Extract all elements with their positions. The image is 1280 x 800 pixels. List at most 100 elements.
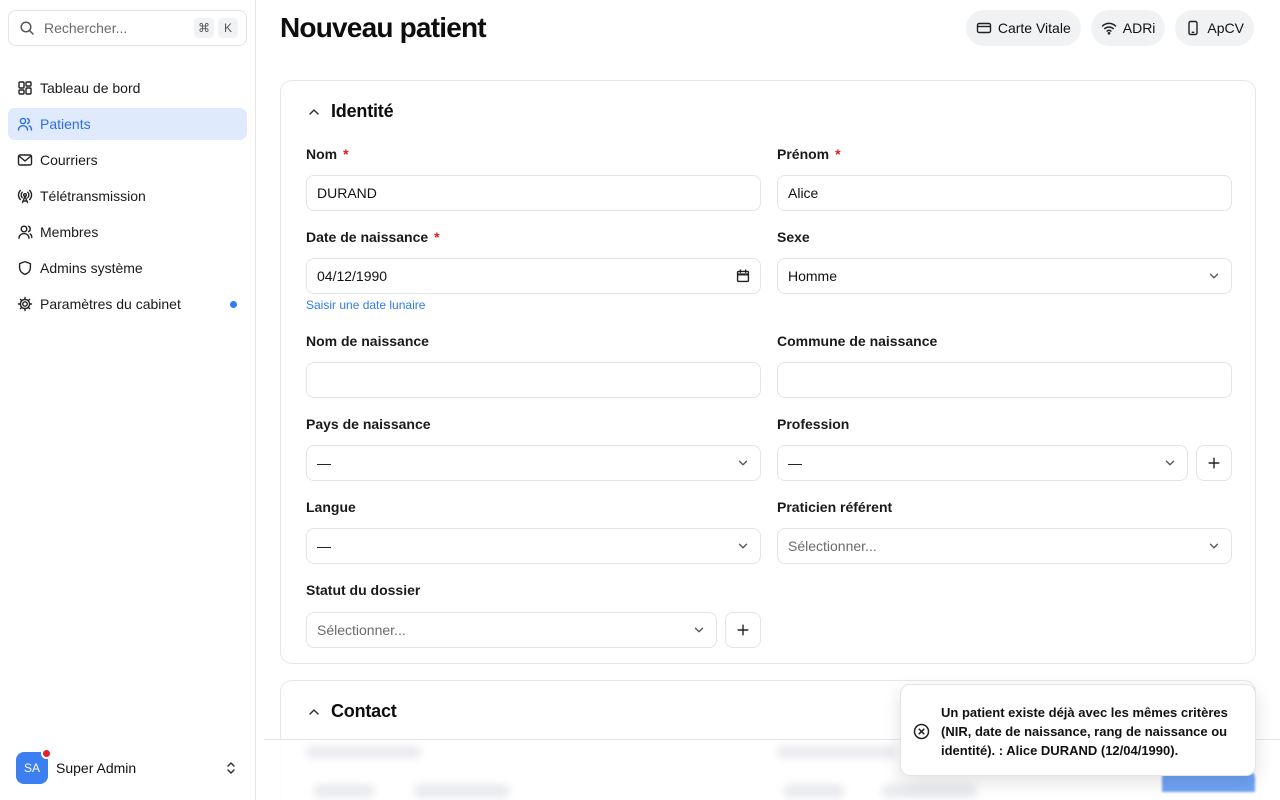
section-title: Contact <box>331 701 397 721</box>
blurred-field <box>882 784 977 798</box>
langue-value: — <box>317 538 331 554</box>
search-shortcut: ⌘ K <box>194 18 238 38</box>
blurred-field <box>414 784 509 798</box>
search-input[interactable] <box>44 20 184 36</box>
pays-naissance-select[interactable]: — <box>306 445 761 481</box>
carte-vitale-button[interactable]: Carte Vitale <box>965 10 1081 46</box>
profession-select[interactable]: — <box>777 445 1188 481</box>
pays-naissance-label: Pays de naissance <box>306 416 431 432</box>
nom-label-text: Nom <box>306 146 338 162</box>
page-title: Nouveau patient <box>280 12 487 43</box>
lunar-date-link[interactable]: Saisir une date lunaire <box>306 298 425 312</box>
nom-label: Nom * <box>306 146 349 162</box>
sidebar-item-courriers[interactable]: Courriers <box>8 144 247 176</box>
nom-value: DURAND <box>317 185 377 201</box>
dashboard-icon <box>17 80 33 96</box>
avatar-badge <box>41 748 52 759</box>
toast-message: Un patient existe déjà avec les mêmes cr… <box>941 705 1228 758</box>
search-box[interactable]: ⌘ K <box>8 10 247 46</box>
chevron-up-down-icon <box>223 760 239 776</box>
chevron-down-icon <box>1163 456 1177 470</box>
blurred-label <box>306 746 421 758</box>
praticien-referent-select[interactable]: Sélectionner... <box>777 528 1232 564</box>
header-actions: Carte Vitale ADRi ApCV <box>965 10 1254 46</box>
prenom-value: Alice <box>788 185 819 201</box>
sexe-select[interactable]: Homme <box>777 258 1232 294</box>
pays-naissance-value: — <box>317 455 331 471</box>
ddn-label: Date de naissance * <box>306 229 440 245</box>
required-mark: * <box>343 146 349 162</box>
users-icon <box>17 116 33 132</box>
antenna-icon <box>17 188 33 204</box>
prenom-input[interactable]: Alice <box>777 175 1232 211</box>
sidebar-item-label: Patients <box>40 116 91 132</box>
contact-header[interactable]: Contact <box>306 701 397 722</box>
identite-header[interactable]: Identité <box>306 101 394 122</box>
add-profession-button[interactable] <box>1196 445 1232 481</box>
card-icon <box>976 20 992 36</box>
shield-icon <box>17 260 33 276</box>
blurred-field <box>314 784 374 798</box>
chevron-down-icon <box>736 539 750 553</box>
chevron-up-icon <box>306 704 322 720</box>
user-name: Super Admin <box>56 760 137 776</box>
praticien-referent-placeholder: Sélectionner... <box>788 538 877 554</box>
required-mark: * <box>434 229 440 245</box>
sidebar: ⌘ K Tableau de bord Patients Courriers <box>0 0 256 800</box>
ddn-value: 04/12/1990 <box>317 268 388 284</box>
carte-vitale-label: Carte Vitale <box>997 20 1071 36</box>
prenom-label-text: Prénom <box>777 146 830 162</box>
smartphone-icon <box>1185 20 1201 36</box>
statut-dossier-label: Statut du dossier <box>306 582 421 598</box>
apcv-label: ApCV <box>1207 20 1244 36</box>
nom-input[interactable]: DURAND <box>306 175 761 211</box>
sidebar-item-label: Admins système <box>40 260 143 276</box>
profession-label: Profession <box>777 416 850 432</box>
mail-icon <box>17 152 33 168</box>
chevron-up-icon <box>306 104 322 120</box>
sidebar-item-membres[interactable]: Membres <box>8 216 247 248</box>
chevron-down-icon <box>692 623 706 637</box>
commune-naissance-input[interactable] <box>777 362 1232 398</box>
add-statut-button[interactable] <box>725 612 761 648</box>
blurred-label <box>777 746 897 758</box>
sidebar-item-label: Membres <box>40 224 99 240</box>
profession-value: — <box>788 455 802 471</box>
search-icon <box>19 20 35 36</box>
error-circle-icon <box>913 723 930 740</box>
langue-select[interactable]: — <box>306 528 761 564</box>
langue-label: Langue <box>306 499 356 515</box>
calendar-icon[interactable] <box>736 269 750 283</box>
kbd-command: ⌘ <box>194 18 214 38</box>
prenom-label: Prénom * <box>777 146 841 162</box>
plus-icon <box>736 623 750 637</box>
user-icon <box>17 224 33 240</box>
sexe-label: Sexe <box>777 229 810 245</box>
statut-dossier-select[interactable]: Sélectionner... <box>306 612 717 648</box>
required-mark: * <box>835 146 841 162</box>
gear-icon <box>17 296 33 312</box>
sidebar-item-admins-systeme[interactable]: Admins système <box>8 252 247 284</box>
sidebar-item-tableau-de-bord[interactable]: Tableau de bord <box>8 72 247 104</box>
ddn-input[interactable]: 04/12/1990 <box>306 258 761 294</box>
sidebar-item-label: Paramètres du cabinet <box>40 296 181 312</box>
chevron-down-icon <box>1207 269 1221 283</box>
nom-naissance-label: Nom de naissance <box>306 333 429 349</box>
sidebar-item-patients[interactable]: Patients <box>8 108 247 140</box>
kbd-k: K <box>218 18 238 38</box>
wifi-icon <box>1101 20 1117 36</box>
sidebar-item-label: Télétransmission <box>40 188 146 204</box>
error-toast: Un patient existe déjà avec les mêmes cr… <box>900 684 1256 776</box>
user-menu[interactable]: SA Super Admin <box>8 748 247 788</box>
sidebar-item-teletransmission[interactable]: Télétransmission <box>8 180 247 212</box>
sidebar-item-parametres-du-cabinet[interactable]: Paramètres du cabinet <box>8 288 247 320</box>
statut-dossier-placeholder: Sélectionner... <box>317 622 406 638</box>
commune-naissance-label: Commune de naissance <box>777 333 938 349</box>
blurred-field <box>784 784 844 798</box>
section-title: Identité <box>331 101 394 121</box>
sexe-value: Homme <box>788 268 838 284</box>
sidebar-nav: Tableau de bord Patients Courriers Télét… <box>8 72 247 324</box>
apcv-button[interactable]: ApCV <box>1175 10 1254 46</box>
adri-button[interactable]: ADRi <box>1090 10 1166 46</box>
nom-naissance-input[interactable] <box>306 362 761 398</box>
